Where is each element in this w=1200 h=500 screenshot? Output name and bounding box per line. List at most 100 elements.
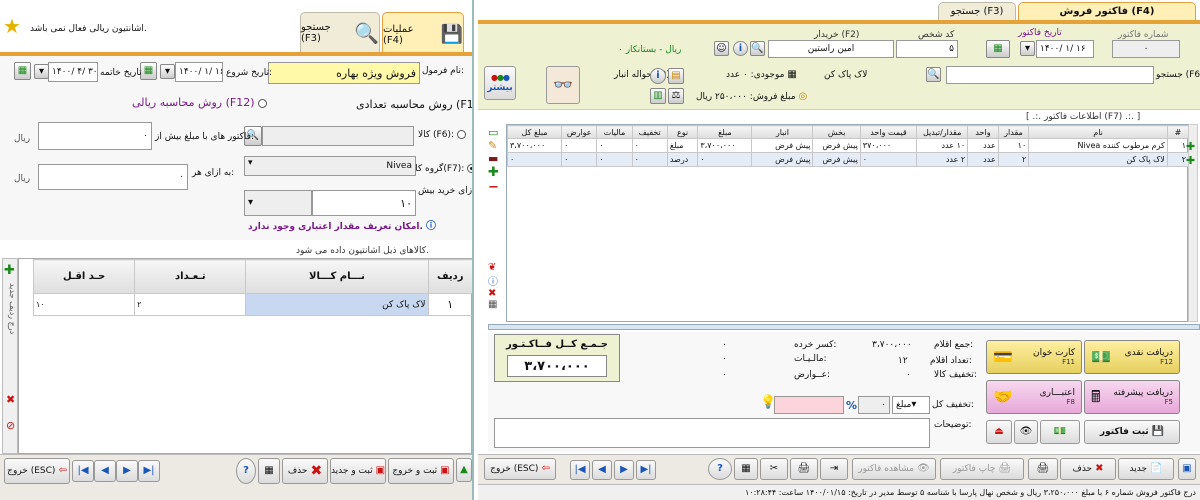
scale-button[interactable]: ⚖ [668,88,684,104]
gift-col-row[interactable]: ردیف [427,259,472,294]
invoice-cell[interactable]: درصد [666,152,699,167]
invoice-cell[interactable]: ۱۰ [997,138,1030,153]
radio-rial-method[interactable]: روش محاسبه ریالی (F12) [132,96,267,109]
print-button[interactable]: 🖨 [1028,458,1058,480]
goods-radio[interactable]: کالا (F6): [418,130,466,140]
group-radio[interactable]: گروه کالا(F7): [410,164,472,174]
table-row[interactable]: ۱ کرم مرطوب کننده Nivea ۱۰ عدد ۱۰ عدد ۳۷۰،۰۰۰… [506,138,1190,153]
invoice-cell[interactable]: ۰ [631,138,668,153]
tab-right-search[interactable]: جستجو (F3) [938,2,1016,20]
chart-button[interactable]: ▥ [650,88,666,104]
invoice-col-2[interactable]: مقدار [997,125,1030,139]
tab-search[interactable]: جستجو (F3) 🔍 [300,12,380,52]
invoice-cell[interactable]: ۰ [596,152,633,167]
right-nav-next[interactable]: ▶ [614,460,634,480]
nav-next-button[interactable]: ▶ [116,460,138,482]
per-buy-input[interactable]: ۱۰ [312,190,416,216]
info-circle-icon[interactable]: ⓘ [488,273,504,288]
table-row[interactable]: ۱ لاک پاک کن ۲ ۱۰ [32,293,472,316]
invoice-over-input[interactable]: ۰ [38,122,152,150]
gift-icon[interactable]: ❦ [488,262,504,273]
splitter[interactable] [488,324,1200,330]
invoice-cell[interactable]: پیش فرض [751,138,814,153]
invoice-col-7[interactable]: انبار [751,125,814,139]
row-color-icon[interactable]: ▬ [488,152,504,165]
goods-input[interactable] [262,126,414,146]
invoice-col-3[interactable]: واحد [967,125,999,139]
discount-type-select[interactable]: مبلغ ▾ [892,396,930,414]
tab-invoice[interactable]: فاکتور فروش (F4) [1018,2,1196,20]
row-add-icon[interactable]: ✚ [1186,140,1195,153]
invoice-calendar-button[interactable]: ▦ [986,40,1010,58]
nav-prev-button[interactable]: ◀ [94,460,116,482]
per-buy-unit-select[interactable]: ▾ [244,190,312,216]
remove-item-icon[interactable]: − [488,180,504,195]
invoice-col-0[interactable]: # [1166,125,1190,139]
invoice-col-12[interactable]: عوارض [561,125,598,139]
gift-cell-name[interactable]: لاک پاک کن [245,293,429,316]
invoice-cell[interactable]: ۳۷۰،۰۰۰ [859,138,918,153]
right-exit-button[interactable]: خروج (ESC) ⇦ [484,458,556,480]
eject-button[interactable]: ⏏ [986,420,1012,444]
right-nav-first[interactable]: |◀ [570,460,590,480]
save-invoice-button[interactable]: ثبت فاکتور 💾 [1084,420,1180,444]
right-delete-button[interactable]: حذف ✖ [1060,458,1116,480]
view-invoice-button[interactable]: مشاهده فاکتور 👁 [852,458,936,480]
info-bar[interactable]: [ .:. اطلاعات فاکتور (F7) .:. ] [1026,112,1140,122]
invoice-date-dropdown[interactable]: ▾ [1020,41,1035,56]
gift-col-min[interactable]: حـد اقـل [32,259,136,294]
delete-button[interactable]: حذف ✖ [282,458,328,484]
gift-cell-min[interactable]: ۱۰ [32,293,136,316]
more-button[interactable]: ● ● ● بیشتر [484,66,516,100]
invoice-col-9[interactable]: نوع [666,125,699,139]
invoice-cell[interactable]: ۳،۷۰۰،۰۰۰ [506,138,563,153]
invoice-cell[interactable]: ۳،۷۰۰،۰۰۰ [697,138,753,153]
tools-button[interactable]: ✂ [760,458,788,480]
pencil-icon[interactable]: ✎ [488,139,504,152]
row-add-icon[interactable]: ✚ [1186,154,1195,167]
invoice-col-1[interactable]: نام [1028,125,1168,139]
add-side-button[interactable]: ▲ [456,458,472,482]
save-exit-button[interactable]: ثبت و خروج ▣ [388,458,454,484]
per-every-input[interactable]: ۰ [38,164,188,190]
footer-expand-button[interactable]: ▣ [1178,458,1196,480]
invoice-cell[interactable]: عدد [967,138,999,153]
discount-unit-select[interactable]: ۰ [858,396,890,414]
invoice-cell[interactable]: ۰ [561,152,598,167]
export-button[interactable]: ⇥ [820,458,848,480]
buyer-search-button[interactable]: 🔍 [750,41,765,56]
side-tab-new-row[interactable]: درج ردیف جدید [5,283,17,373]
help-button[interactable]: ? [236,458,256,484]
invoice-col-4[interactable]: مقدار/تبدیل [916,125,969,139]
view-button[interactable]: 👁 [1014,420,1038,444]
pay-card-button[interactable]: کارت خوان F11 💳 [986,340,1082,374]
person-code-input[interactable]: ۵ [896,40,958,58]
invoice-date-input[interactable]: ۱۴۰۰/ ۱/ ۱۶ [1036,40,1094,58]
table-row[interactable]: ۲ لاک پاک کن ۲ عدد ۲ عدد ۰ پیش فرض پیش فرض ۰ درصد… [506,152,1190,167]
tab-operations[interactable]: عملیات (F4) 💾 [382,12,464,56]
invoice-col-13[interactable]: مبلغ کل [506,125,563,139]
table-icon[interactable]: ▦ [488,299,504,310]
invoice-col-10[interactable]: تخفیف [631,125,668,139]
gift-cell-row[interactable]: ۱ [427,293,472,316]
invoice-col-8[interactable]: مبلغ [697,125,753,139]
calculator-button-right[interactable]: ▦ [734,458,758,480]
end-date-dropdown[interactable]: ▾ [34,64,49,79]
pay-advanced-button[interactable]: دریافت پیشرفته F5 🖩 [1084,380,1180,414]
invoice-cell[interactable]: لاک پاک کن [1028,152,1168,167]
cancel-icon[interactable]: ⊘ [6,419,15,432]
pay-cash-button[interactable]: دریافت نقدی F12 💵 [1084,340,1180,374]
calculator-button[interactable]: ▦ [258,458,280,484]
print-invoice-button[interactable]: چاپ فاکتور 🖨 [940,458,1024,480]
right-help-button[interactable]: ? [708,458,732,480]
money-button[interactable]: 💵 [1040,420,1080,444]
invoice-cell[interactable]: ۰ [596,138,633,153]
discount-percent-input[interactable] [774,396,844,414]
warehouse-button[interactable]: ▤ [668,68,684,84]
new-button[interactable]: جدید 📄 [1118,458,1174,480]
invoice-col-5[interactable]: قیمت واحد [859,125,918,139]
gift-col-qty[interactable]: تـعـداد [134,259,247,294]
add-row-icon[interactable]: ✚ [4,263,15,278]
right-nav-last[interactable]: ▶| [636,460,656,480]
radio-qty-method[interactable]: روش محاسبه تعدادی (F11) [356,98,472,111]
